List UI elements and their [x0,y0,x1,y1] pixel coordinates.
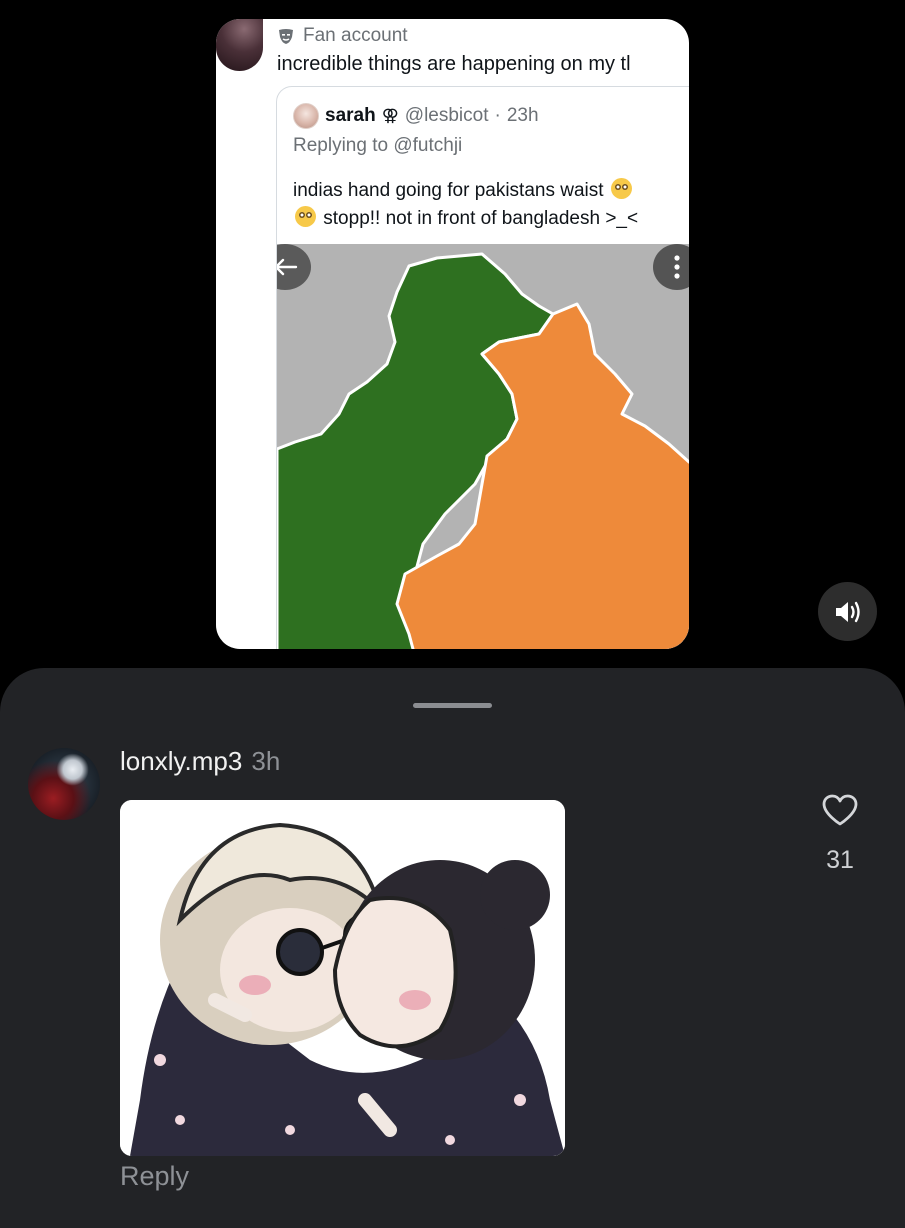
replying-to-handle[interactable]: @futchji [393,135,462,156]
speaker-icon [835,601,860,622]
flushed-face-emoji [610,178,632,199]
quoted-text-line-2: stopp!! not in front of bangladesh >_< [323,208,639,229]
post-author-avatar[interactable] [216,19,263,71]
commenter-avatar[interactable] [28,748,100,820]
heart-icon [822,794,858,826]
comment-sticker-image[interactable] [120,800,565,1156]
sticker-image [120,800,565,1156]
commenter-username[interactable]: lonxly.mp3 [120,746,242,777]
post-text: incredible things are happening on my tl [277,53,631,75]
fan-account-label: Fan account [277,24,408,48]
mask-icon [277,27,295,45]
reply-button[interactable]: Reply [120,1161,189,1192]
quoted-tweet-header: sarah ⚢ @lesbicot · 23h [293,103,539,129]
replying-to-prefix: Replying to [293,135,389,156]
replying-to-line: Replying to @futchji [293,135,462,157]
quoted-tweet[interactable]: sarah ⚢ @lesbicot · 23h Replying to @fut… [276,86,689,649]
quoted-author-avatar[interactable] [293,103,319,129]
sheet-grabber-handle[interactable] [413,703,492,708]
mute-button[interactable] [818,582,877,641]
quoted-timestamp: 23h [506,105,539,126]
like-button[interactable] [818,790,862,830]
more-vertical-icon [674,255,680,279]
comment-header: lonxly.mp3 3h [120,746,280,780]
comment-timestamp: 3h [251,746,281,776]
quoted-text-line-1: indias hand going for pakistans waist [293,180,604,201]
separator-dot: · [494,105,501,126]
quoted-tweet-text: indias hand going for pakistans waist st… [293,177,689,233]
arrow-left-icon [277,258,298,276]
flushed-face-emoji [295,206,316,227]
map-image [277,244,689,649]
map-gif[interactable] [277,244,689,649]
like-count: 31 [826,846,854,874]
embedded-post-card[interactable]: Fan account incredible things are happen… [216,19,689,649]
fan-account-text: Fan account [303,25,408,46]
quoted-author-name[interactable]: sarah [325,105,376,127]
comments-sheet: lonxly.mp3 3h Reply 31 [0,668,905,1228]
quoted-name-symbol: ⚢ [381,106,399,125]
quoted-author-handle[interactable]: @lesbicot [405,105,489,127]
